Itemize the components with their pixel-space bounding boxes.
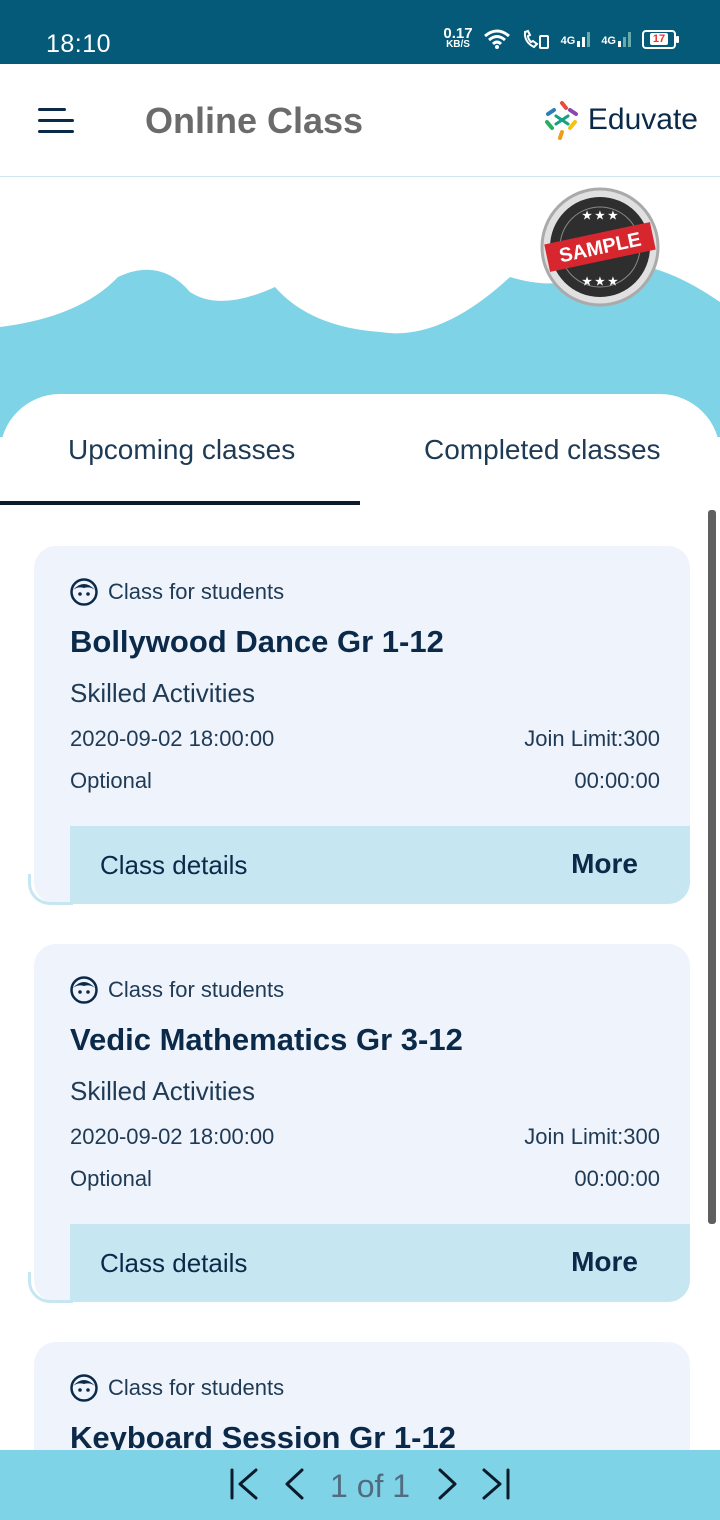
class-duration: 00:00:00 xyxy=(574,768,660,793)
brand-logo: Eduvate xyxy=(542,100,698,140)
class-meta-row: Optional 00:00:00 xyxy=(70,768,660,794)
class-category: Skilled Activities xyxy=(70,678,255,708)
previous-page-icon[interactable] xyxy=(278,1466,314,1502)
class-card: Class for students Vedic Mathematics Gr … xyxy=(28,944,690,1303)
signal-2-label: 4G xyxy=(601,35,616,47)
class-details-button[interactable]: Class details xyxy=(100,850,247,881)
net-speed: 0.17 KB/S xyxy=(443,25,473,50)
tab-upcoming-classes[interactable]: Upcoming classes xyxy=(68,434,295,466)
card-footer: Class details More xyxy=(70,1224,690,1302)
class-requirement: Optional xyxy=(70,1166,152,1191)
class-join-limit: Join Limit:300 xyxy=(524,1124,660,1149)
signal-1-icon: 4G xyxy=(561,31,592,47)
page-title: Online Class xyxy=(145,100,364,141)
class-title: Bollywood Dance Gr 1-12 xyxy=(70,624,444,659)
class-title: Keyboard Session Gr 1-12 xyxy=(70,1420,456,1450)
class-datetime: 2020-09-02 18:00:00 xyxy=(70,726,275,751)
last-page-icon[interactable] xyxy=(478,1466,514,1502)
signal-1-label: 4G xyxy=(560,35,576,47)
class-category: Skilled Activities xyxy=(70,1076,255,1106)
active-tab-indicator xyxy=(0,501,360,505)
class-card: Class for students Bollywood Dance Gr 1-… xyxy=(28,546,690,905)
battery-icon: 17 xyxy=(642,29,679,49)
class-datetime: 2020-09-02 18:00:00 xyxy=(70,1124,275,1149)
class-schedule-row: 2020-09-02 18:00:00 Join Limit:300 xyxy=(70,726,660,752)
student-face-icon xyxy=(70,578,98,606)
sample-stamp-icon: ★ ★ ★ ★ ★ ★ SAMPLE xyxy=(540,187,660,307)
status-bar: 18:10 0.17 KB/S 4G 4G 17 xyxy=(0,0,720,64)
class-join-limit: Join Limit:300 xyxy=(524,726,660,751)
scrollbar[interactable] xyxy=(708,510,716,1224)
audience-label: Class for students xyxy=(108,977,285,1002)
eduvate-logo-icon xyxy=(544,101,578,140)
audience-row: Class for students xyxy=(70,578,284,606)
class-card: Class for students Keyboard Session Gr 1… xyxy=(34,1342,690,1450)
student-face-icon xyxy=(70,976,98,1004)
class-schedule-row: 2020-09-02 18:00:00 Join Limit:300 xyxy=(70,1124,660,1150)
pagination-bar: 1 of 1 xyxy=(0,1450,720,1520)
more-button[interactable]: More xyxy=(571,1246,638,1278)
card-footer: Class details More xyxy=(70,826,690,904)
class-requirement: Optional xyxy=(70,768,152,793)
wifi-icon xyxy=(483,29,510,49)
net-speed-unit: KB/S xyxy=(446,39,470,50)
brand-name: Eduvate xyxy=(587,103,698,136)
battery-level: 17 xyxy=(649,33,669,45)
next-page-icon[interactable] xyxy=(428,1466,464,1502)
audience-label: Class for students xyxy=(108,579,285,604)
audience-label: Class for students xyxy=(108,1375,285,1400)
page-indicator: 1 of 1 xyxy=(330,1468,411,1504)
app-bar: Online Class Eduvate xyxy=(0,64,720,177)
class-details-button[interactable]: Class details xyxy=(100,1248,247,1279)
class-meta-row: Optional 00:00:00 xyxy=(70,1166,660,1192)
audience-row: Class for students xyxy=(70,1374,284,1402)
more-button[interactable]: More xyxy=(571,848,638,880)
wifi-calling-icon xyxy=(523,29,549,49)
signal-2-icon: 4G xyxy=(601,31,632,47)
svg-text:★ ★ ★: ★ ★ ★ xyxy=(582,210,618,222)
first-page-icon[interactable] xyxy=(226,1466,262,1502)
tab-completed-classes[interactable]: Completed classes xyxy=(424,434,661,466)
status-icons: 0.17 KB/S 4G 4G 17 xyxy=(443,25,679,50)
class-title: Vedic Mathematics Gr 3-12 xyxy=(70,1022,463,1057)
svg-text:★ ★ ★: ★ ★ ★ xyxy=(582,276,618,288)
student-face-icon xyxy=(70,1374,98,1402)
class-duration: 00:00:00 xyxy=(574,1166,660,1191)
net-speed-value: 0.17 xyxy=(443,25,473,42)
status-time: 18:10 xyxy=(46,30,112,58)
audience-row: Class for students xyxy=(70,976,284,1004)
menu-icon[interactable] xyxy=(38,108,74,134)
